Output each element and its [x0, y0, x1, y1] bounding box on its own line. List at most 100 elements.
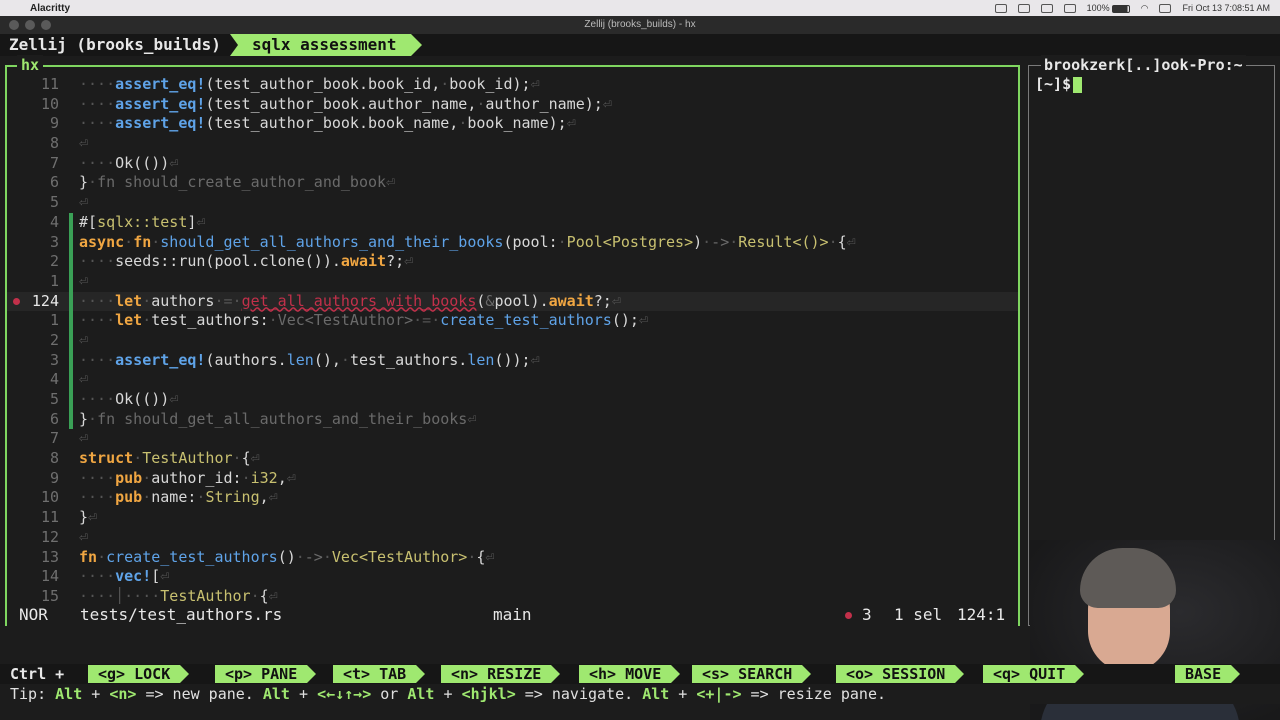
shell-prompt[interactable]: [~]$ [1035, 74, 1083, 94]
code-line[interactable]: 3 async·fn·should_get_all_authors_and_the… [7, 232, 1018, 253]
menubar-app-name[interactable]: Alacritty [30, 3, 70, 14]
code-token: · [142, 311, 152, 330]
code-line[interactable]: 4 #[sqlx::test]⏎ [7, 212, 1018, 233]
line-number: 13 [40, 547, 59, 566]
keybinding-lock[interactable]: <g> LOCK [88, 665, 190, 683]
code-token: ···· [79, 390, 116, 408]
current-code-line[interactable]: 124 ····let·authors·=·get_all_authors_wit… [7, 291, 1018, 312]
code-line[interactable]: 1 ····let·test_authors:·Vec<TestAuthor>·=… [7, 311, 1018, 331]
code-token: ⏎ [79, 429, 89, 448]
code-token: , [277, 468, 287, 487]
code-token: ···· [79, 488, 116, 507]
keybinding-tab[interactable]: <t> TAB [333, 665, 426, 683]
code-line[interactable]: 9 ····pub·author_id:·i32,⏎ [7, 469, 1018, 489]
code-line[interactable]: 13 fn·create_test_authors()·->·Vec<TestAu… [7, 548, 1018, 568]
status-icon[interactable] [1040, 3, 1053, 13]
code-token: fn should_create_author_and_book [97, 173, 387, 192]
keybinding-move[interactable]: <h> MOVE [579, 665, 681, 683]
code-line[interactable]: 4 ⏎ [7, 370, 1018, 390]
code-token: Pool<Postgres> [566, 232, 694, 251]
git-diff-marker [69, 330, 73, 351]
code-text: }·fn should_get_all_authors_and_their_bo… [79, 410, 476, 430]
wifi-icon[interactable]: ◠ [1141, 3, 1149, 14]
battery-percent[interactable]: 100% [1087, 3, 1130, 13]
git-branch: main [493, 605, 532, 624]
menubar-status-area: 100% ◠ Fri Oct 13 7:08:51 AM [994, 3, 1280, 14]
code-line[interactable]: 12 ⏎ [7, 528, 1018, 548]
zellij-tab-bar: Zellij (brooks_builds) sqlx assessment [0, 34, 1280, 56]
git-diff-marker [69, 311, 73, 331]
code-token: · [142, 291, 152, 310]
code-token: author_name); [485, 94, 603, 113]
keybinding-quit[interactable]: <q> QUIT [983, 665, 1085, 683]
code-text: ····pub·author_id:·i32,⏎ [79, 469, 296, 489]
control-center-icon[interactable] [1159, 3, 1172, 13]
battery-icon [1111, 4, 1130, 13]
code-line[interactable]: 11 ····assert_eq!(test_author_book.book_i… [7, 75, 1018, 95]
code-line[interactable]: 9 ····assert_eq!(test_author_book.book_na… [7, 114, 1018, 134]
keybinding-resize[interactable]: <n> RESIZE [441, 665, 561, 683]
git-diff-marker [69, 291, 73, 312]
status-icon[interactable] [1063, 3, 1076, 13]
code-token: (test_author_book.book_id, [205, 75, 441, 93]
code-token: ·=· [214, 291, 242, 310]
keybinding-search[interactable]: <s> SEARCH [692, 665, 812, 683]
close-window-button[interactable] [9, 20, 19, 30]
status-icon[interactable] [994, 3, 1007, 13]
line-number: 8 [49, 449, 59, 468]
code-line[interactable]: 7 ····Ok(())⏎ [7, 154, 1018, 174]
code-text: ····seeds::run(pool.clone()).await?;⏎ [79, 252, 413, 272]
code-token: vec! [115, 567, 152, 586]
code-line[interactable]: 11}⏎ [7, 508, 1018, 528]
keybinding-key: <p> [225, 665, 253, 683]
code-line[interactable]: 1 ⏎ [7, 271, 1018, 292]
code-text: ⏎ [79, 370, 88, 390]
code-token: (pool: [503, 232, 558, 251]
code-line[interactable]: 3 ····assert_eq!(authors.len(),·test_auth… [7, 350, 1018, 371]
code-line[interactable]: 10 ····pub·name:·String,⏎ [7, 488, 1018, 508]
code-line[interactable]: 5 ⏎ [7, 193, 1018, 213]
keybinding-key: <o> [846, 665, 874, 683]
tab-sqlx-assessment[interactable]: sqlx assessment [230, 34, 421, 56]
code-line[interactable]: 6}·fn should_get_all_authors_and_their_b… [7, 409, 1018, 430]
code-view[interactable]: 11 ····assert_eq!(test_author_book.book_i… [7, 75, 1018, 607]
code-token: author_id: [151, 468, 242, 487]
status-icon[interactable] [1017, 3, 1030, 13]
line-number: 5 [49, 390, 59, 408]
keybinding-pane[interactable]: <p> PANE [215, 665, 317, 683]
code-token: · [241, 468, 251, 487]
code-token: (); [611, 311, 639, 330]
zoom-window-button[interactable] [41, 20, 51, 30]
code-text: ····Ok(())⏎ [79, 154, 178, 174]
code-line[interactable]: 2 ⏎ [7, 330, 1018, 351]
keybinding-base[interactable]: BASE [1175, 665, 1241, 683]
code-token: ⏎ [79, 330, 89, 349]
code-text: ····pub·name:·String,⏎ [79, 488, 278, 508]
code-line[interactable]: 8 struct·TestAuthor·{⏎ [7, 449, 1018, 469]
error-icon [845, 612, 852, 619]
code-token: ⏎ [169, 390, 179, 408]
code-text: async·fn·should_get_all_authors_and_thei… [79, 233, 856, 253]
menubar-clock[interactable]: Fri Oct 13 7:08:51 AM [1182, 3, 1270, 13]
code-line[interactable]: 10 ····assert_eq!(test_author_book.author… [7, 95, 1018, 115]
minimize-window-button[interactable] [25, 20, 35, 30]
code-line[interactable]: 14 ····vec![⏎ [7, 567, 1018, 587]
code-line[interactable]: 8 ⏎ [7, 134, 1018, 154]
editor-pane[interactable]: hx 11 ····assert_eq!(test_author_book.boo… [5, 55, 1020, 626]
code-token: · [322, 547, 332, 566]
code-token: book_id); [449, 75, 531, 93]
code-token: · [88, 173, 98, 192]
code-token: · [88, 409, 98, 428]
line-number: 12 [40, 527, 59, 546]
code-line[interactable]: 5 ····Ok(())⏎ [7, 390, 1018, 410]
code-token: book_name); [467, 114, 567, 133]
line-number: 2 [49, 252, 59, 271]
keybinding-key: <s> [702, 665, 730, 683]
code-token: () [277, 547, 296, 566]
code-line[interactable]: 7 ⏎ [7, 429, 1018, 449]
line-number: 4 [49, 212, 59, 231]
code-line[interactable]: 2 ····seeds::run(pool.clone()).await?;⏎ [7, 252, 1018, 272]
keybinding-session[interactable]: <o> SESSION [836, 665, 965, 683]
code-token: · [151, 232, 161, 251]
code-line[interactable]: 6}·fn should_create_author_and_book⏎ [7, 173, 1018, 193]
